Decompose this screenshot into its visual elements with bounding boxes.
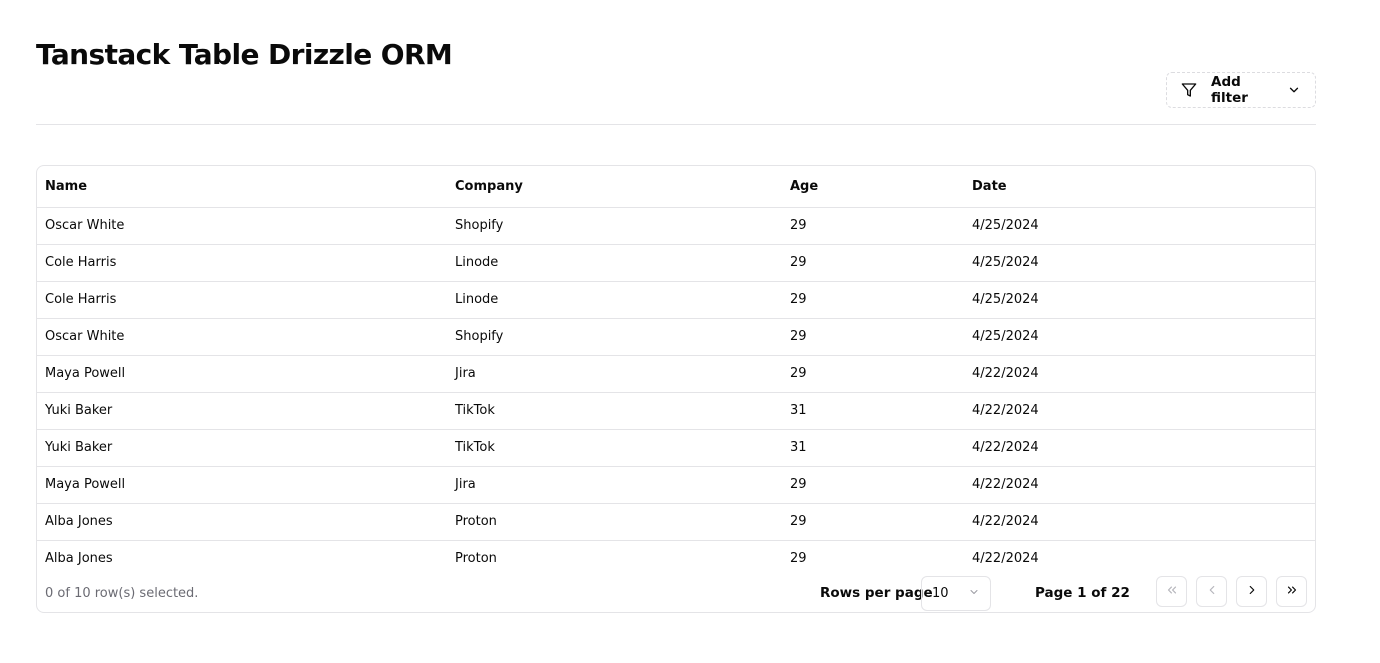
cell-age: 29	[782, 281, 964, 319]
cell-company: Proton	[455, 551, 497, 567]
column-header-age[interactable]: Age	[782, 166, 964, 208]
cell-date: 4/22/2024	[972, 551, 1039, 567]
chevron-left-icon	[1205, 582, 1219, 601]
table-row[interactable]: Maya Powell Jira 29 4/22/2024	[37, 466, 1315, 504]
rows-per-page-label: Rows per page	[820, 585, 933, 601]
cell-company: Linode	[447, 281, 782, 319]
page-title: Tanstack Table Drizzle ORM	[36, 38, 453, 71]
cell-name: Oscar White	[37, 207, 447, 245]
first-page-button[interactable]	[1156, 576, 1187, 607]
column-header-date[interactable]: Date	[964, 166, 1315, 208]
cell-company: Linode	[447, 244, 782, 282]
add-filter-label: Add filter	[1211, 74, 1248, 106]
cell-age: 29	[782, 207, 964, 245]
cell-age: 29	[782, 466, 964, 504]
cell-date: 4/22/2024	[964, 429, 1315, 467]
cell-date: 4/25/2024	[964, 207, 1315, 245]
filter-icon	[1181, 82, 1197, 98]
column-header-company[interactable]: Company	[447, 166, 782, 208]
cell-date: 4/22/2024	[964, 355, 1315, 393]
cell-date: 4/22/2024	[964, 392, 1315, 430]
rows-per-page-select[interactable]: 10	[921, 576, 991, 611]
data-table-container: Name Company Age Date Oscar White Shopify…	[36, 165, 1316, 613]
cell-age: 29	[790, 551, 807, 567]
header-divider	[36, 124, 1316, 125]
cell-date: 4/25/2024	[964, 244, 1315, 282]
selection-status: 0 of 10 row(s) selected.	[45, 586, 199, 601]
table-row[interactable]: Oscar White Shopify 29 4/25/2024	[37, 207, 1315, 245]
table-row[interactable]: Cole Harris Linode 29 4/25/2024	[37, 244, 1315, 282]
cell-name: Oscar White	[37, 318, 447, 356]
cell-date: 4/25/2024	[964, 281, 1315, 319]
chevrons-right-icon	[1285, 582, 1299, 601]
chevron-right-icon	[1245, 582, 1259, 601]
add-filter-button[interactable]: Add filter	[1166, 72, 1316, 108]
cell-company: Proton	[447, 503, 782, 541]
column-header-name[interactable]: Name	[37, 166, 447, 208]
cell-company: Shopify	[447, 318, 782, 356]
previous-page-button[interactable]	[1196, 576, 1227, 607]
table-header-row: Name Company Age Date	[37, 166, 1315, 208]
cell-date: 4/22/2024	[964, 503, 1315, 541]
cell-age: 29	[782, 503, 964, 541]
table-row[interactable]: Yuki Baker TikTok 31 4/22/2024	[37, 429, 1315, 467]
cell-age: 31	[782, 392, 964, 430]
cell-age: 29	[782, 244, 964, 282]
table-row[interactable]: Maya Powell Jira 29 4/22/2024	[37, 355, 1315, 393]
table-row[interactable]: Cole Harris Linode 29 4/25/2024	[37, 281, 1315, 319]
data-table: Name Company Age Date Oscar White Shopify…	[37, 166, 1315, 577]
chevron-down-icon	[968, 586, 980, 602]
table-row[interactable]: Yuki Baker TikTok 31 4/22/2024	[37, 392, 1315, 430]
next-page-button[interactable]	[1236, 576, 1267, 607]
cell-date: 4/25/2024	[964, 318, 1315, 356]
table-row[interactable]: Oscar White Shopify 29 4/25/2024	[37, 318, 1315, 356]
rows-per-page-value: 10	[932, 586, 949, 601]
page-indicator: Page 1 of 22	[1035, 585, 1130, 601]
cell-name: Yuki Baker	[37, 392, 447, 430]
cell-date: 4/22/2024	[964, 466, 1315, 504]
cell-age: 29	[782, 355, 964, 393]
cell-name: Maya Powell	[37, 355, 447, 393]
cell-name: Yuki Baker	[37, 429, 447, 467]
chevrons-left-icon	[1165, 582, 1179, 601]
cell-name: Cole Harris	[37, 281, 447, 319]
cell-age: 31	[782, 429, 964, 467]
cell-company: Shopify	[447, 207, 782, 245]
cell-company: TikTok	[447, 392, 782, 430]
cell-name: Cole Harris	[37, 244, 447, 282]
cell-name: Alba Jones	[37, 503, 447, 541]
cell-name: Maya Powell	[37, 466, 447, 504]
last-page-button[interactable]	[1276, 576, 1307, 607]
cell-name: Alba Jones	[45, 551, 113, 567]
chevron-down-icon	[1287, 82, 1301, 98]
table-footer: 0 of 10 row(s) selected. Rows per page 1…	[37, 574, 1315, 612]
cell-age: 29	[782, 318, 964, 356]
cell-company: Jira	[447, 466, 782, 504]
table-row[interactable]: Alba Jones Proton 29 4/22/2024	[37, 540, 1315, 577]
cell-company: Jira	[447, 355, 782, 393]
table-row[interactable]: Alba Jones Proton 29 4/22/2024	[37, 503, 1315, 541]
cell-company: TikTok	[447, 429, 782, 467]
